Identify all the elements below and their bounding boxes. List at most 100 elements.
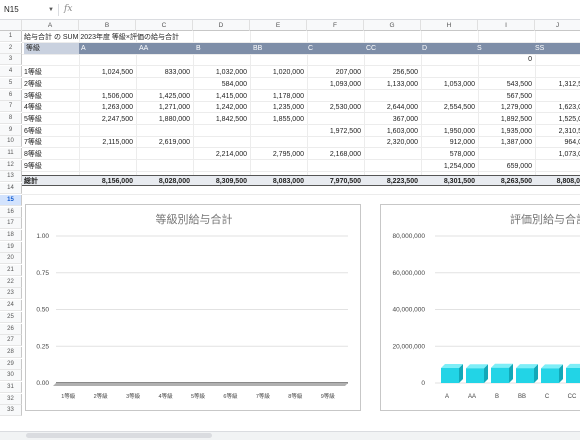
table-cell[interactable]: 1,254,000 bbox=[421, 161, 478, 172]
row-header-18[interactable]: 18 bbox=[0, 229, 22, 241]
row-header-30[interactable]: 30 bbox=[0, 370, 22, 382]
table-cell[interactable] bbox=[136, 126, 193, 137]
grade-label-cell[interactable]: 2等級 bbox=[24, 79, 42, 90]
grade-header-cell[interactable]: S bbox=[477, 43, 482, 54]
grade-header-cell[interactable]: B bbox=[196, 43, 201, 54]
table-cell[interactable]: 367,000 bbox=[364, 114, 421, 125]
table-cell[interactable]: 1,415,000 bbox=[193, 91, 250, 102]
table-cell[interactable]: 1,880,000 bbox=[136, 114, 193, 125]
table-cell[interactable]: 1,271,000 bbox=[136, 102, 193, 113]
grade-header-cell[interactable]: SS bbox=[535, 43, 544, 54]
table-cell[interactable] bbox=[307, 137, 364, 148]
table-cell[interactable]: 2,247,500 bbox=[79, 114, 136, 125]
table-cell[interactable]: 1,024,500 bbox=[79, 67, 136, 78]
row-header-13[interactable]: 13 bbox=[0, 171, 22, 183]
total-label[interactable]: 総計 bbox=[24, 176, 38, 187]
row-header-25[interactable]: 25 bbox=[0, 311, 22, 323]
table-cell[interactable]: 1,032,000 bbox=[193, 67, 250, 78]
column-header-c[interactable]: C bbox=[136, 20, 193, 31]
table-cell[interactable]: 1,073,0 bbox=[535, 149, 580, 160]
table-cell[interactable] bbox=[478, 149, 535, 160]
grade-label-cell[interactable]: 9等級 bbox=[24, 161, 42, 172]
table-cell[interactable] bbox=[193, 137, 250, 148]
column-header-h[interactable]: H bbox=[421, 20, 478, 31]
row-header-29[interactable]: 29 bbox=[0, 358, 22, 370]
column-header-g[interactable]: G bbox=[364, 20, 421, 31]
grade-label-cell[interactable]: 6等級 bbox=[24, 126, 42, 137]
table-cell[interactable]: 2,530,000 bbox=[307, 102, 364, 113]
row-header-12[interactable]: 12 bbox=[0, 159, 22, 171]
total-cell[interactable]: 8,301,500 bbox=[421, 176, 478, 187]
table-cell[interactable]: 1,892,500 bbox=[478, 114, 535, 125]
table-cell[interactable] bbox=[250, 161, 307, 172]
table-cell[interactable]: 2,320,000 bbox=[364, 137, 421, 148]
total-cell[interactable]: 8,309,500 bbox=[193, 176, 250, 187]
table-cell[interactable]: 2,619,000 bbox=[136, 137, 193, 148]
table-cell[interactable]: 1,855,000 bbox=[250, 114, 307, 125]
table-cell[interactable]: 1,263,000 bbox=[79, 102, 136, 113]
table-cell[interactable]: 578,000 bbox=[421, 149, 478, 160]
table-cell[interactable]: 1,242,000 bbox=[193, 102, 250, 113]
table-cell[interactable] bbox=[193, 161, 250, 172]
table-cell[interactable]: 1,935,000 bbox=[478, 126, 535, 137]
table-cell[interactable]: 1,093,000 bbox=[307, 79, 364, 90]
table-cell[interactable]: 964,0 bbox=[535, 137, 580, 148]
table-cell[interactable]: 2,554,500 bbox=[421, 102, 478, 113]
table-cell[interactable] bbox=[136, 161, 193, 172]
row-header-10[interactable]: 10 bbox=[0, 136, 22, 148]
table-cell[interactable]: 1,425,000 bbox=[136, 91, 193, 102]
column-header-j[interactable]: J bbox=[535, 20, 580, 31]
row-header-31[interactable]: 31 bbox=[0, 382, 22, 393]
grade-label-cell[interactable]: 4等級 bbox=[24, 102, 42, 113]
table-cell[interactable] bbox=[136, 79, 193, 90]
row-header-6[interactable]: 6 bbox=[0, 89, 22, 101]
row-header-15[interactable]: 15 bbox=[0, 194, 22, 206]
total-cell[interactable]: 8,083,000 bbox=[250, 176, 307, 187]
table-cell[interactable] bbox=[364, 161, 421, 172]
table-cell[interactable]: 2,168,000 bbox=[307, 149, 364, 160]
name-box[interactable]: N15 ▼ bbox=[4, 4, 54, 16]
row3-value-cell[interactable]: 0 bbox=[478, 54, 535, 65]
grade-label-cell[interactable]: 5等級 bbox=[24, 114, 42, 125]
row-header-27[interactable]: 27 bbox=[0, 335, 22, 347]
chart-grade-total[interactable]: 等級別給与合計 0.00 0.25 0.50 0.75 1.00 1等級 2等級 3等級 4等級… bbox=[25, 204, 361, 411]
row-header-2[interactable]: 2 bbox=[0, 42, 22, 54]
table-cell[interactable]: 1,235,000 bbox=[250, 102, 307, 113]
column-header-a[interactable]: A bbox=[22, 20, 79, 31]
scrollbar-thumb[interactable] bbox=[26, 433, 212, 438]
table-cell[interactable] bbox=[250, 79, 307, 90]
table-cell[interactable]: 2,310,5 bbox=[535, 126, 580, 137]
table-cell[interactable] bbox=[535, 91, 580, 102]
row-header-21[interactable]: 21 bbox=[0, 265, 22, 276]
table-cell[interactable]: 1,387,000 bbox=[478, 137, 535, 148]
total-cell[interactable]: 8,223,500 bbox=[364, 176, 421, 187]
table-cell[interactable]: 2,214,000 bbox=[193, 149, 250, 160]
grade-header-cell[interactable]: AA bbox=[139, 43, 148, 54]
total-cell[interactable]: 8,028,000 bbox=[136, 176, 193, 187]
table-cell[interactable] bbox=[364, 149, 421, 160]
row-header-22[interactable]: 22 bbox=[0, 276, 22, 288]
table-cell[interactable]: 1,133,000 bbox=[364, 79, 421, 90]
table-cell[interactable] bbox=[79, 161, 136, 172]
table-cell[interactable] bbox=[79, 79, 136, 90]
grade-header-cell[interactable]: C bbox=[308, 43, 313, 54]
table-cell[interactable]: 567,500 bbox=[478, 91, 535, 102]
table-cell[interactable] bbox=[307, 114, 364, 125]
table-cell[interactable]: 912,000 bbox=[421, 137, 478, 148]
grade-label-cell[interactable]: 8等級 bbox=[24, 149, 42, 160]
grade-header-cell[interactable]: CC bbox=[366, 43, 376, 54]
table-cell[interactable]: 1,950,000 bbox=[421, 126, 478, 137]
total-cell[interactable]: 7,970,500 bbox=[307, 176, 364, 187]
table-cell[interactable]: 2,795,000 bbox=[250, 149, 307, 160]
table-cell[interactable]: 2,644,000 bbox=[364, 102, 421, 113]
table-cell[interactable]: 1,506,000 bbox=[79, 91, 136, 102]
table-cell[interactable]: 207,000 bbox=[307, 67, 364, 78]
grade-header-cell[interactable]: BB bbox=[253, 43, 262, 54]
chart-rating-total[interactable]: 評価別給与合計 0 20,000,000 40,000,000 60,000,000 8… bbox=[380, 204, 580, 411]
table-cell[interactable]: 1,020,000 bbox=[250, 67, 307, 78]
table-cell[interactable] bbox=[79, 126, 136, 137]
table-cell[interactable] bbox=[421, 91, 478, 102]
row-header-19[interactable]: 19 bbox=[0, 241, 22, 253]
sheet-title[interactable]: 給与合計 の SUM 2023年度 等級×評価の給与合計 bbox=[24, 32, 179, 43]
table-cell[interactable]: 1,623,0 bbox=[535, 102, 580, 113]
